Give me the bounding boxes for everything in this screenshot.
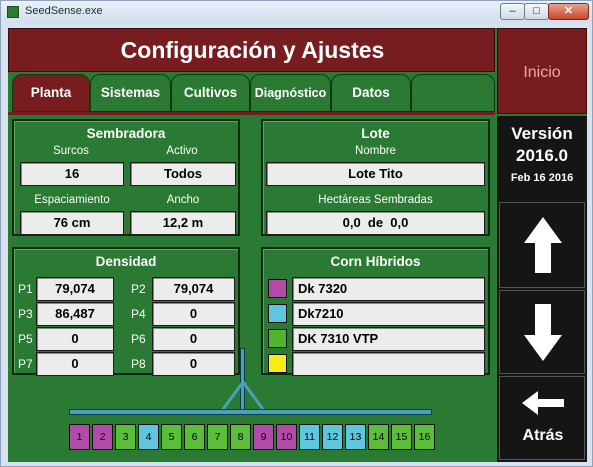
arrow-left-icon xyxy=(522,391,564,415)
hibridos-title: Corn Híbridos xyxy=(330,254,421,269)
sembradora-panel: Sembradora Surcos Activo 16 Todos Espaci… xyxy=(12,119,240,236)
tab-datos[interactable]: Datos xyxy=(331,74,411,112)
close-button[interactable]: ✕ xyxy=(548,3,589,20)
row-button-11[interactable]: 11 xyxy=(299,424,320,450)
hibrido-color-swatch[interactable] xyxy=(268,329,287,348)
hibrido-color-swatch[interactable] xyxy=(268,304,287,323)
activo-field[interactable]: Todos xyxy=(130,162,236,186)
p6-field[interactable]: 0 xyxy=(152,327,235,351)
p7-field[interactable]: 0 xyxy=(36,352,114,376)
row-button-12[interactable]: 12 xyxy=(322,424,343,450)
nombre-field[interactable]: Lote Tito xyxy=(266,162,485,186)
row-button-6[interactable]: 6 xyxy=(184,424,205,450)
p4-field[interactable]: 0 xyxy=(152,302,235,326)
surcos-field[interactable]: 16 xyxy=(20,162,124,186)
arrow-down-icon xyxy=(524,304,562,361)
version-title: Versión xyxy=(511,124,573,143)
p1-field[interactable]: 79,074 xyxy=(36,277,114,301)
hibrido-field-1[interactable]: Dk 7320 xyxy=(292,277,485,301)
nombre-label: Nombre xyxy=(355,145,396,157)
surcos-label: Surcos xyxy=(53,145,89,157)
planter-toolbar xyxy=(69,409,432,415)
p6-label: P6 xyxy=(131,332,146,346)
espaciamiento-field[interactable]: 76 cm xyxy=(20,211,124,235)
row-button-1[interactable]: 1 xyxy=(69,424,90,450)
row-button-14[interactable]: 14 xyxy=(368,424,389,450)
tab-diagnostico[interactable]: Diagnóstico xyxy=(250,74,331,112)
row-button-2[interactable]: 2 xyxy=(92,424,113,450)
p5-label: P5 xyxy=(18,332,33,346)
back-button[interactable]: Atrás xyxy=(499,376,585,460)
minimize-button[interactable]: – xyxy=(500,3,525,20)
app-icon xyxy=(7,6,19,18)
tab-empty[interactable] xyxy=(411,74,495,112)
side-panel: Versión 2016.0 Feb 16 2016 Atrás xyxy=(497,116,587,462)
hectareas-label: Hectáreas Sembradas xyxy=(318,194,433,206)
row-button-15[interactable]: 15 xyxy=(391,424,412,450)
hectareas-field: 0,0 de 0,0 xyxy=(266,211,485,235)
ancho-label: Ancho xyxy=(166,194,200,206)
tab-planta[interactable]: Planta xyxy=(12,74,90,112)
p2-label: P2 xyxy=(131,282,146,296)
p8-label: P8 xyxy=(131,357,146,371)
tab-cultivos[interactable]: Cultivos xyxy=(171,74,250,112)
activo-label: Activo xyxy=(166,145,198,157)
ancho-field[interactable]: 12,2 m xyxy=(130,211,236,235)
p2-field[interactable]: 79,074 xyxy=(152,277,235,301)
hibrido-color-swatch[interactable] xyxy=(268,279,287,298)
page-title: Configuración y Ajustes xyxy=(120,37,385,63)
tab-strip-underline xyxy=(8,112,495,115)
header-bar: Configuración y Ajustes xyxy=(8,28,495,72)
version-date: Feb 16 2016 xyxy=(510,172,574,184)
row-button-10[interactable]: 10 xyxy=(276,424,297,450)
p7-label: P7 xyxy=(18,357,33,371)
row-button-5[interactable]: 5 xyxy=(161,424,182,450)
row-button-4[interactable]: 4 xyxy=(138,424,159,450)
p1-label: P1 xyxy=(18,282,33,296)
hibrido-field-3[interactable]: DK 7310 VTP xyxy=(292,327,485,351)
row-button-13[interactable]: 13 xyxy=(345,424,366,450)
espaciamiento-label: Espaciamiento xyxy=(34,194,110,206)
lote-panel: Lote Nombre Lote Tito Hectáreas Sembrada… xyxy=(261,119,490,236)
p3-field[interactable]: 86,487 xyxy=(36,302,114,326)
window-title: SeedSense.exe xyxy=(25,5,103,17)
hibrido-color-swatch[interactable] xyxy=(268,354,287,373)
scroll-down-button[interactable] xyxy=(499,290,585,374)
version-number: 2016.0 xyxy=(516,146,568,165)
home-button[interactable]: Inicio xyxy=(497,28,587,114)
p8-field[interactable]: 0 xyxy=(152,352,235,376)
row-button-8[interactable]: 8 xyxy=(230,424,251,450)
title-bar[interactable]: SeedSense.exe – □ ✕ xyxy=(1,1,592,23)
row-button-16[interactable]: 16 xyxy=(414,424,435,450)
densidad-panel: Densidad P1 79,074 P2 79,074 P3 86,487 P… xyxy=(12,247,240,376)
p3-label: P3 xyxy=(18,307,33,321)
tab-sistemas[interactable]: Sistemas xyxy=(90,74,171,112)
back-button-label: Atrás xyxy=(522,427,564,444)
lote-title: Lote xyxy=(361,126,390,141)
p5-field[interactable]: 0 xyxy=(36,327,114,351)
arrow-up-icon xyxy=(524,217,562,273)
app-client-area: Configuración y Ajustes Inicio Planta Si… xyxy=(8,28,587,462)
densidad-title: Densidad xyxy=(95,254,157,269)
hibrido-field-4[interactable] xyxy=(292,352,485,376)
row-button-9[interactable]: 9 xyxy=(253,424,274,450)
app-window: SeedSense.exe – □ ✕ Configuración y Ajus… xyxy=(0,0,593,467)
row-button-7[interactable]: 7 xyxy=(207,424,228,450)
home-button-label: Inicio xyxy=(523,64,561,81)
hibridos-panel: Corn Híbridos Dk 7320 Dk7210 DK 7310 VTP xyxy=(261,247,490,376)
maximize-button[interactable]: □ xyxy=(524,3,549,20)
sembradora-title: Sembradora xyxy=(86,126,166,141)
row-button-3[interactable]: 3 xyxy=(115,424,136,450)
p4-label: P4 xyxy=(131,307,146,321)
scroll-up-button[interactable] xyxy=(499,202,585,288)
hibrido-field-2[interactable]: Dk7210 xyxy=(292,302,485,326)
